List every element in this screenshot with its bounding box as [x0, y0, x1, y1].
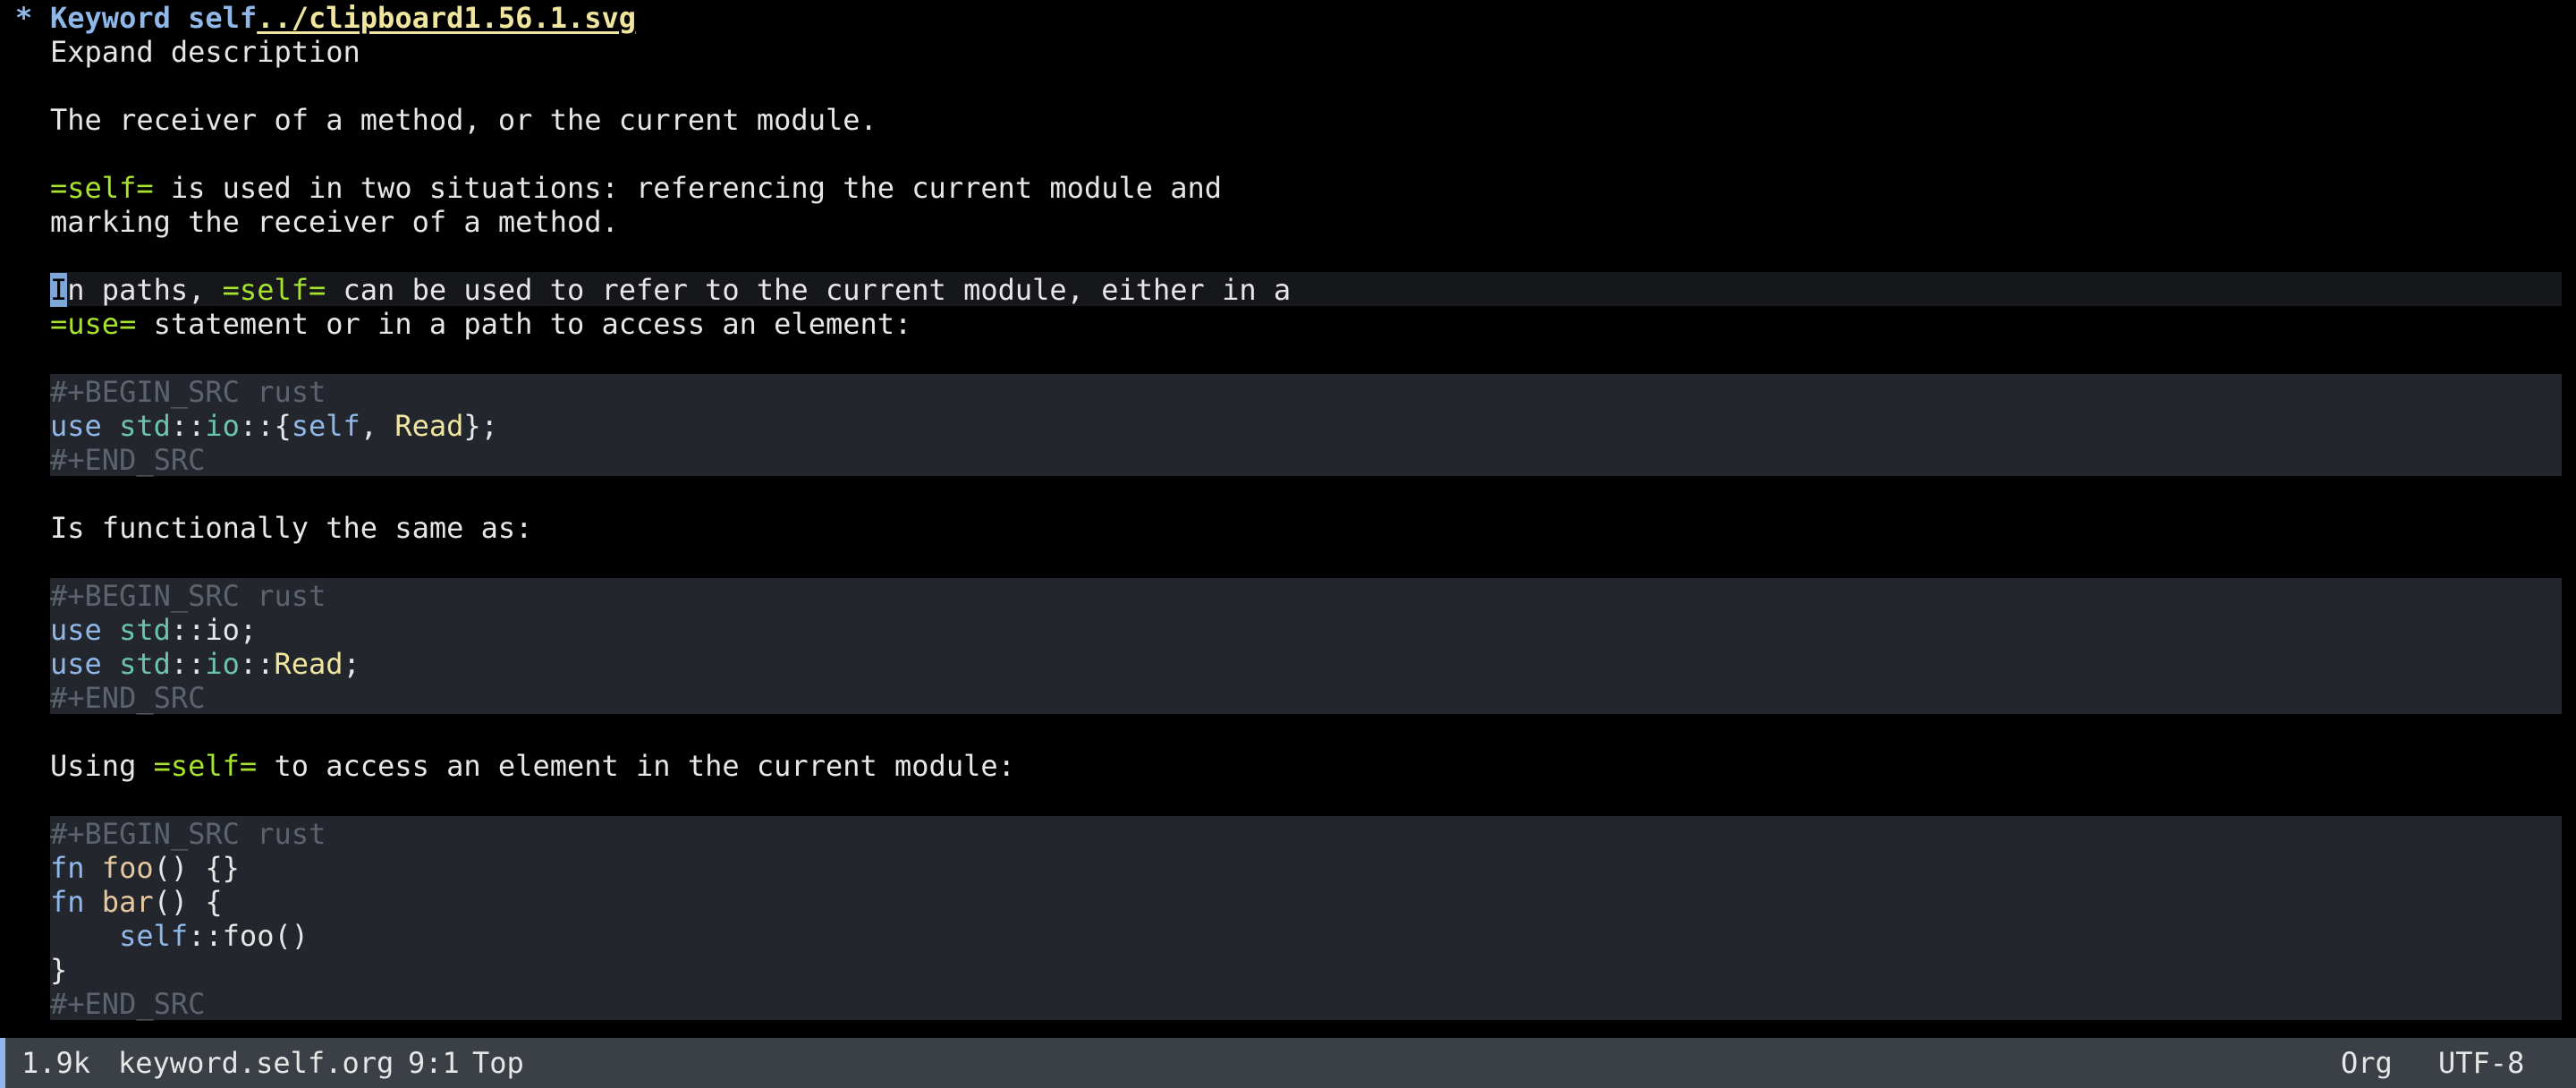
mode-line: 1.9k keyword.self.org 9:1 Top Org UTF-8	[0, 1038, 2576, 1088]
using-text-rest: to access an element in the current modu…	[257, 749, 1015, 783]
expand-description: Expand description	[50, 35, 360, 69]
heading-star[interactable]: *	[15, 1, 32, 35]
code-block-1-begin: #+BEGIN_SRC rust	[50, 375, 326, 409]
heading-line: * Keyword self../clipboard1.56.1.svg	[0, 1, 2576, 35]
text-line: =self= is used in two situations: refere…	[0, 171, 2576, 205]
functionally-text: Is functionally the same as:	[50, 511, 533, 545]
mode-line-indicator	[0, 1038, 5, 1088]
major-mode[interactable]: Org	[2341, 1038, 2393, 1088]
heading-link[interactable]: ../clipboard1.56.1.svg	[257, 1, 636, 35]
file-encoding[interactable]: UTF-8	[2438, 1038, 2524, 1088]
scroll-position: Top	[472, 1046, 524, 1080]
code-line: use std::io::Read;	[50, 647, 360, 681]
text-line: Expand description	[0, 35, 2576, 69]
situations-text: is used in two situations: referencing t…	[153, 171, 1223, 205]
text-line: Is functionally the same as:	[0, 511, 2576, 545]
buffer-size: 1.9k	[21, 1046, 91, 1080]
code-line: fn foo() {}	[50, 851, 240, 885]
code-block-2-end: #+END_SRC	[50, 681, 206, 715]
text-line: Using =self= to access an element in the…	[0, 749, 2576, 783]
code-block-2-begin: #+BEGIN_SRC rust	[50, 579, 326, 613]
verbatim-self: =self=	[222, 273, 326, 307]
code-block-1-end: #+END_SRC	[50, 443, 206, 477]
verbatim-self: =self=	[153, 749, 258, 783]
verbatim-use: =use=	[50, 307, 137, 341]
code-line: use std::io::{self, Read};	[50, 409, 498, 443]
text-line-current: In paths, =self= can be used to refer to…	[0, 273, 2576, 307]
code-line: self::foo()	[119, 919, 309, 953]
editor-buffer[interactable]: * Keyword self../clipboard1.56.1.svg Exp…	[0, 0, 2576, 1038]
code-line: fn bar() {	[50, 885, 223, 919]
text-cursor: I	[50, 273, 68, 307]
cursor-position[interactable]: 9:1	[408, 1038, 460, 1088]
text-line: The receiver of a method, or the current…	[0, 103, 2576, 137]
paths-text-rest: can be used to refer to the current modu…	[326, 273, 1292, 307]
code-line: use std::io;	[50, 613, 258, 647]
code-block-3-end: #+END_SRC	[50, 987, 206, 1021]
code-block-3-begin: #+BEGIN_SRC rust	[50, 817, 326, 851]
using-text: Using	[50, 749, 154, 783]
use-statement-text: statement or in a path to access an elem…	[136, 307, 912, 341]
text-line: marking the receiver of a method.	[0, 205, 2576, 239]
paths-text: n paths,	[67, 273, 223, 307]
situations-continued: marking the receiver of a method.	[50, 205, 619, 239]
code-line: }	[50, 953, 68, 987]
verbatim-self: =self=	[50, 171, 154, 205]
heading-title: Keyword self	[50, 1, 258, 35]
buffer-filename[interactable]: keyword.self.org	[118, 1038, 394, 1088]
text-line: =use= statement or in a path to access a…	[0, 307, 2576, 341]
intro-text: The receiver of a method, or the current…	[50, 103, 877, 137]
